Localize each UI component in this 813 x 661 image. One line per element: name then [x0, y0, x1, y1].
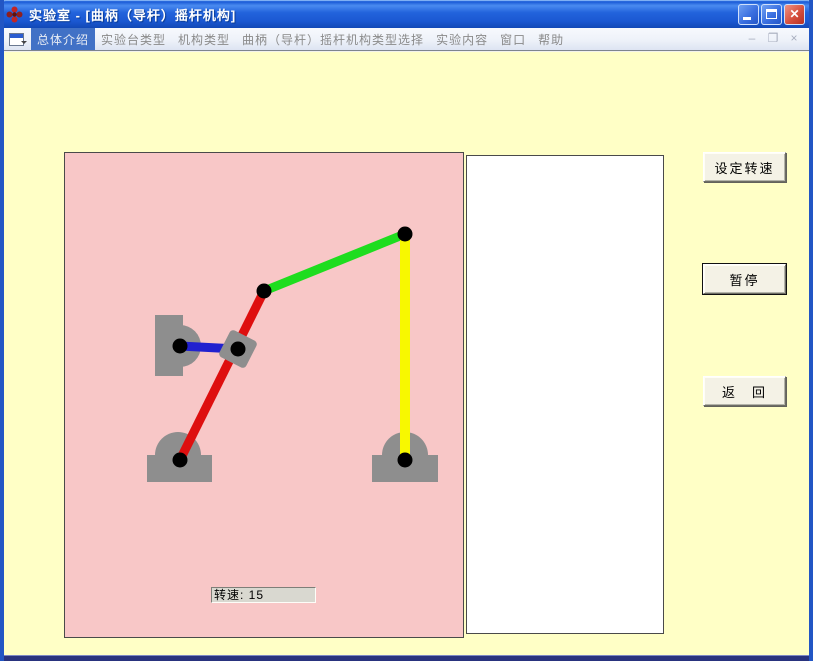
- joint-slider-pin: [231, 342, 246, 357]
- window-title: 实验室 - [曲柄（导杆）摇杆机构]: [29, 5, 738, 24]
- joint-mount-pivot: [173, 339, 188, 354]
- joint-guide-rod-top: [257, 284, 272, 299]
- menu-item-mechanism-type[interactable]: 机构类型: [172, 28, 236, 51]
- mdi-restore-button[interactable]: ❐: [766, 30, 780, 47]
- coupler-link: [264, 234, 405, 291]
- pause-button[interactable]: 暂停: [703, 264, 786, 294]
- mdi-window-controls: – ❐ ×: [745, 30, 801, 47]
- mdi-close-button[interactable]: ×: [787, 30, 801, 47]
- menu-item-experiment-content[interactable]: 实验内容: [430, 28, 494, 51]
- maximize-button[interactable]: [761, 4, 782, 25]
- plot-panel: [466, 155, 664, 634]
- close-icon: ✕: [789, 8, 799, 20]
- speed-display[interactable]: 转速: 15: [211, 587, 316, 603]
- menu-bar: 总体介绍 实验台类型 机构类型 曲柄（导杆）摇杆机构类型选择 实验内容 窗口 帮…: [4, 28, 809, 50]
- minimize-button[interactable]: [738, 4, 759, 25]
- menu-item-crank-rocker-type-select[interactable]: 曲柄（导杆）摇杆机构类型选择: [236, 28, 430, 51]
- joint-guide-rod-base: [173, 453, 188, 468]
- mechanism-panel: [64, 152, 464, 638]
- maximize-icon: [766, 9, 777, 19]
- close-button[interactable]: ✕: [784, 4, 805, 25]
- joint-rocker-top: [398, 227, 413, 242]
- joint-rocker-base: [398, 453, 413, 468]
- menu-item-bench-type[interactable]: 实验台类型: [95, 28, 172, 51]
- app-window: 实验室 - [曲柄（导杆）摇杆机构] ✕ 总体介绍 实验台类型 机构类型 曲柄（…: [0, 0, 813, 661]
- menu-item-window[interactable]: 窗口: [494, 28, 532, 51]
- menu-item-help[interactable]: 帮助: [532, 28, 570, 51]
- set-speed-button[interactable]: 设定转速: [703, 152, 786, 182]
- return-button[interactable]: 返 回: [703, 376, 786, 406]
- mdi-minimize-button[interactable]: –: [745, 30, 759, 47]
- title-bar[interactable]: 实验室 - [曲柄（导杆）摇杆机构] ✕: [0, 0, 813, 28]
- app-icon: [6, 6, 23, 23]
- mdi-child-icon[interactable]: [9, 33, 24, 46]
- window-controls: ✕: [738, 4, 805, 25]
- guide-rod-link: [180, 291, 264, 460]
- mechanism-canvas: [65, 153, 463, 637]
- client-area: 设定转速 暂停 返 回 转速: 15: [4, 52, 809, 655]
- menu-item-overview[interactable]: 总体介绍: [31, 28, 95, 51]
- window-bottom-border: [0, 655, 813, 661]
- minimize-icon: [743, 17, 751, 20]
